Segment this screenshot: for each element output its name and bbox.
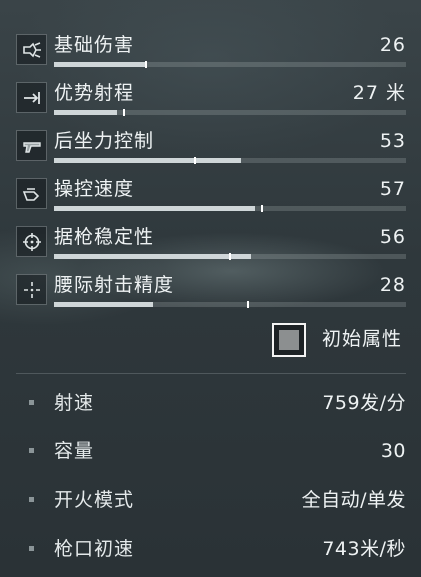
stat-value: 57: [379, 178, 406, 200]
section-divider: [16, 373, 406, 374]
stat-label: 基础伤害: [54, 34, 135, 56]
stat-label: 操控速度: [54, 178, 135, 200]
stat-bar-fill: [54, 62, 146, 67]
stat-row-recoil: 后坐力控制 53: [16, 128, 406, 174]
stat-label: 后坐力控制: [54, 130, 155, 152]
bullet-icon: [29, 448, 34, 453]
stat-value: 27 米: [352, 82, 406, 104]
stat-row-range: 优势射程 27 米: [16, 80, 406, 126]
spec-row-fire-rate: 射速 759发/分: [16, 389, 406, 419]
stat-value: 26: [379, 34, 406, 56]
stat-bar: [54, 253, 406, 260]
stat-value: 28: [379, 274, 406, 296]
stat-bar-marker: [123, 109, 126, 116]
stat-value: 53: [379, 130, 406, 152]
stat-row-hipfire: 腰际射击精度 28: [16, 272, 406, 318]
stat-row-damage: 基础伤害 26: [16, 32, 406, 78]
weapon-stats-panel: 基础伤害 26 优势射程 27 米 后坐力控制 53 操控速度 57 据枪稳定性…: [0, 0, 421, 577]
stat-bar-fill: [54, 254, 252, 259]
recoil-icon: [16, 130, 47, 161]
stat-bar: [54, 205, 406, 212]
stat-bar-fill: [54, 158, 241, 163]
stat-bar: [54, 157, 406, 164]
bullet-icon: [29, 400, 34, 405]
stat-bar-fill: [54, 206, 255, 211]
checkbox-fill: [279, 330, 299, 350]
spec-value: 全自动/单发: [301, 489, 406, 511]
spec-row-fire-mode: 开火模式 全自动/单发: [16, 486, 406, 516]
stat-row-handling: 操控速度 57: [16, 176, 406, 222]
bullet-icon: [29, 546, 34, 551]
spec-label: 枪口初速: [54, 538, 135, 560]
base-stats-label: 初始属性: [322, 328, 403, 350]
spec-value: 743米/秒: [322, 538, 406, 560]
stat-label: 腰际射击精度: [54, 274, 175, 296]
stat-value: 56: [379, 226, 406, 248]
stability-icon: [16, 226, 47, 257]
stat-label: 据枪稳定性: [54, 226, 155, 248]
stat-bar-marker: [246, 301, 249, 308]
spec-row-muzzle-velocity: 枪口初速 743米/秒: [16, 535, 406, 565]
stat-bar: [54, 301, 406, 308]
stat-bar-fill: [54, 302, 153, 307]
stat-bar-fill: [54, 110, 118, 115]
spec-value: 30: [380, 440, 406, 462]
damage-icon: [16, 34, 47, 65]
stat-label: 优势射程: [54, 82, 135, 104]
base-stats-toggle[interactable]: 初始属性: [272, 322, 406, 357]
handling-icon: [16, 178, 47, 209]
stat-bar: [54, 109, 406, 116]
bullet-icon: [29, 497, 34, 502]
stat-bar-marker: [260, 205, 263, 212]
stat-bar-marker: [193, 157, 196, 164]
stat-bar: [54, 61, 406, 68]
hipfire-icon: [16, 274, 47, 305]
range-icon: [16, 82, 47, 113]
stat-bar-marker: [144, 61, 147, 68]
spec-label: 开火模式: [54, 489, 135, 511]
spec-label: 容量: [54, 440, 95, 462]
spec-row-capacity: 容量 30: [16, 437, 406, 467]
spec-label: 射速: [54, 392, 95, 414]
base-stats-checkbox[interactable]: [272, 323, 306, 357]
spec-value: 759发/分: [322, 392, 406, 414]
stat-row-stability: 据枪稳定性 56: [16, 224, 406, 270]
stat-bar-marker: [229, 253, 231, 260]
